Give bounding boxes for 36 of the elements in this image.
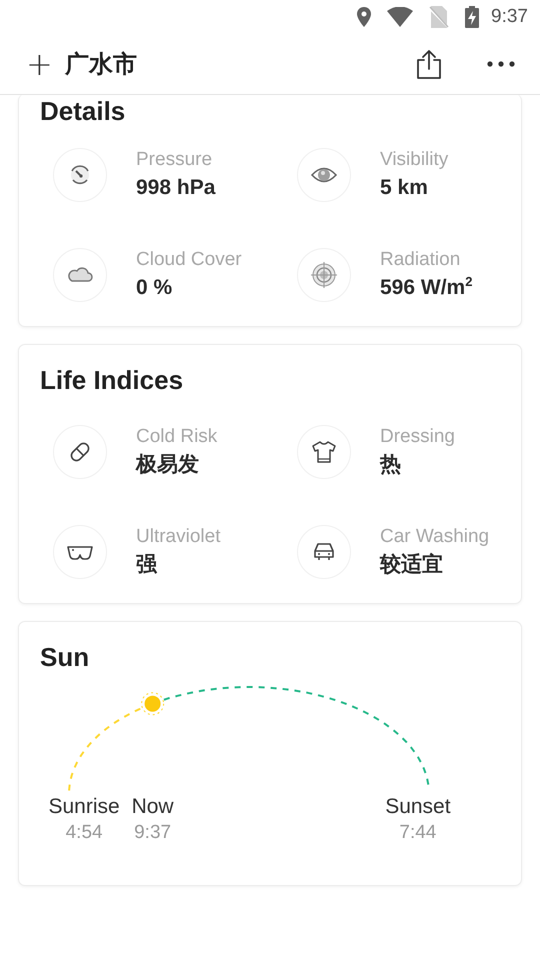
now-label: Now bbox=[132, 794, 174, 820]
index-label: Radiation bbox=[380, 248, 462, 272]
index-value: 5 km bbox=[380, 175, 429, 201]
city-title: 广水市 bbox=[64, 50, 137, 80]
clock-time: 9:37 bbox=[491, 6, 528, 28]
index-value: 0 % bbox=[136, 275, 174, 301]
no-sim-icon bbox=[429, 6, 450, 28]
sunset-time: 7:44 bbox=[398, 821, 438, 845]
section-title: Sun bbox=[40, 641, 90, 674]
sunrise-label: Sunrise bbox=[48, 794, 120, 820]
index-value: 596 W/m$^{2}$ bbox=[380, 273, 472, 301]
index-value: 998 hPa bbox=[136, 175, 216, 201]
index-value: 极易发 bbox=[136, 452, 200, 478]
now-time: 9:37 bbox=[133, 821, 172, 845]
index-value: 较适宜 bbox=[380, 552, 444, 578]
section-title: Details bbox=[40, 95, 126, 128]
add-city-button[interactable]: + bbox=[22, 48, 57, 80]
location-pin-icon bbox=[357, 7, 372, 27]
index-value: 强 bbox=[136, 552, 158, 578]
sunrise-time: 4:54 bbox=[64, 821, 104, 845]
target-icon bbox=[311, 262, 337, 288]
battery-charging-icon bbox=[465, 6, 480, 28]
section-title: Life Indices bbox=[40, 364, 184, 397]
t-shirt-icon bbox=[311, 439, 337, 465]
index-label: Cloud Cover bbox=[136, 248, 242, 272]
index-label: Cold Risk bbox=[136, 425, 218, 449]
index-label: Ultraviolet bbox=[136, 525, 220, 549]
index-label: Car Washing bbox=[380, 525, 490, 549]
index-label: Visibility bbox=[380, 148, 448, 172]
index-label: Pressure bbox=[136, 148, 214, 172]
index-value: 热 bbox=[380, 452, 402, 478]
wifi-icon bbox=[387, 7, 414, 27]
sunset-label: Sunset bbox=[385, 794, 451, 820]
index-label: Dressing bbox=[380, 425, 455, 449]
share-icon[interactable] bbox=[416, 49, 442, 79]
more-menu-icon[interactable] bbox=[486, 60, 516, 68]
